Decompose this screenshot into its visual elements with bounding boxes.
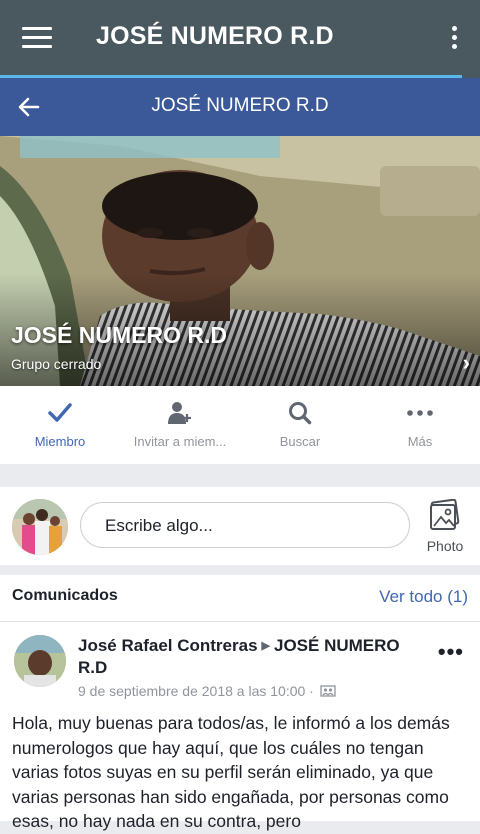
photo-button[interactable]: Photo [422, 498, 468, 554]
overflow-menu-icon[interactable] [450, 26, 458, 52]
more-icon [360, 400, 480, 426]
search-label: Buscar [279, 434, 321, 449]
more-button[interactable]: Más [360, 386, 480, 464]
group-privacy-label: Grupo cerrado [11, 356, 102, 372]
invite-label: Invitar a miem... [133, 434, 227, 449]
write-something-input[interactable]: Escribe algo... [80, 502, 410, 548]
app-title: JOSÉ NUMERO R.D [96, 22, 334, 50]
hamburger-menu-icon[interactable] [22, 27, 52, 51]
post-author-avatar[interactable] [14, 635, 66, 687]
announcements-section: Comunicados Ver todo (1) José Rafael Con… [0, 575, 480, 831]
member-label: Miembro [34, 434, 86, 449]
check-icon [0, 400, 120, 426]
photo-icon [430, 498, 460, 530]
chevron-right-icon[interactable]: › [463, 350, 470, 376]
group-cover-photo[interactable]: JOSÉ NUMERO R.D Grupo cerrado › [0, 136, 480, 386]
group-name: JOSÉ NUMERO R.D [11, 322, 227, 348]
add-person-icon [120, 400, 240, 426]
arrow-right-icon: ▶ [261, 640, 270, 652]
post-body-text: Hola, muy buenas para todos/as, le infor… [12, 713, 450, 831]
post-options-icon[interactable]: ••• [438, 639, 464, 665]
post-composer: Escribe algo... Photo [0, 487, 480, 565]
member-button[interactable]: Miembro [0, 386, 120, 464]
app-bar: JOSÉ NUMERO R.D [0, 0, 480, 78]
photo-label: Photo [426, 538, 464, 554]
group-header-title: JOSÉ NUMERO R.D [151, 95, 329, 116]
search-button[interactable]: Buscar [240, 386, 360, 464]
write-placeholder: Escribe algo... [105, 516, 213, 535]
invite-button[interactable]: Invitar a miem... [120, 386, 240, 464]
post-author-line: José Rafael Contreras ▶ JOSÉ NUMERO R.D [78, 635, 428, 679]
group-actions-bar: Miembro Invitar a miem... Buscar Más [0, 386, 480, 464]
post-timestamp[interactable]: 9 de septiembre de 2018 a las 10:00 · [78, 683, 336, 699]
group-header-bar: JOSÉ NUMERO R.D [0, 78, 480, 136]
see-all-link[interactable]: Ver todo (1) [379, 587, 468, 607]
post-author-name[interactable]: José Rafael Contreras [78, 636, 258, 655]
user-avatar[interactable] [12, 499, 68, 555]
more-label: Más [407, 434, 433, 449]
divider [0, 621, 480, 622]
group-audience-icon [320, 685, 336, 697]
search-icon [240, 400, 360, 426]
announcements-heading: Comunicados [12, 587, 118, 604]
